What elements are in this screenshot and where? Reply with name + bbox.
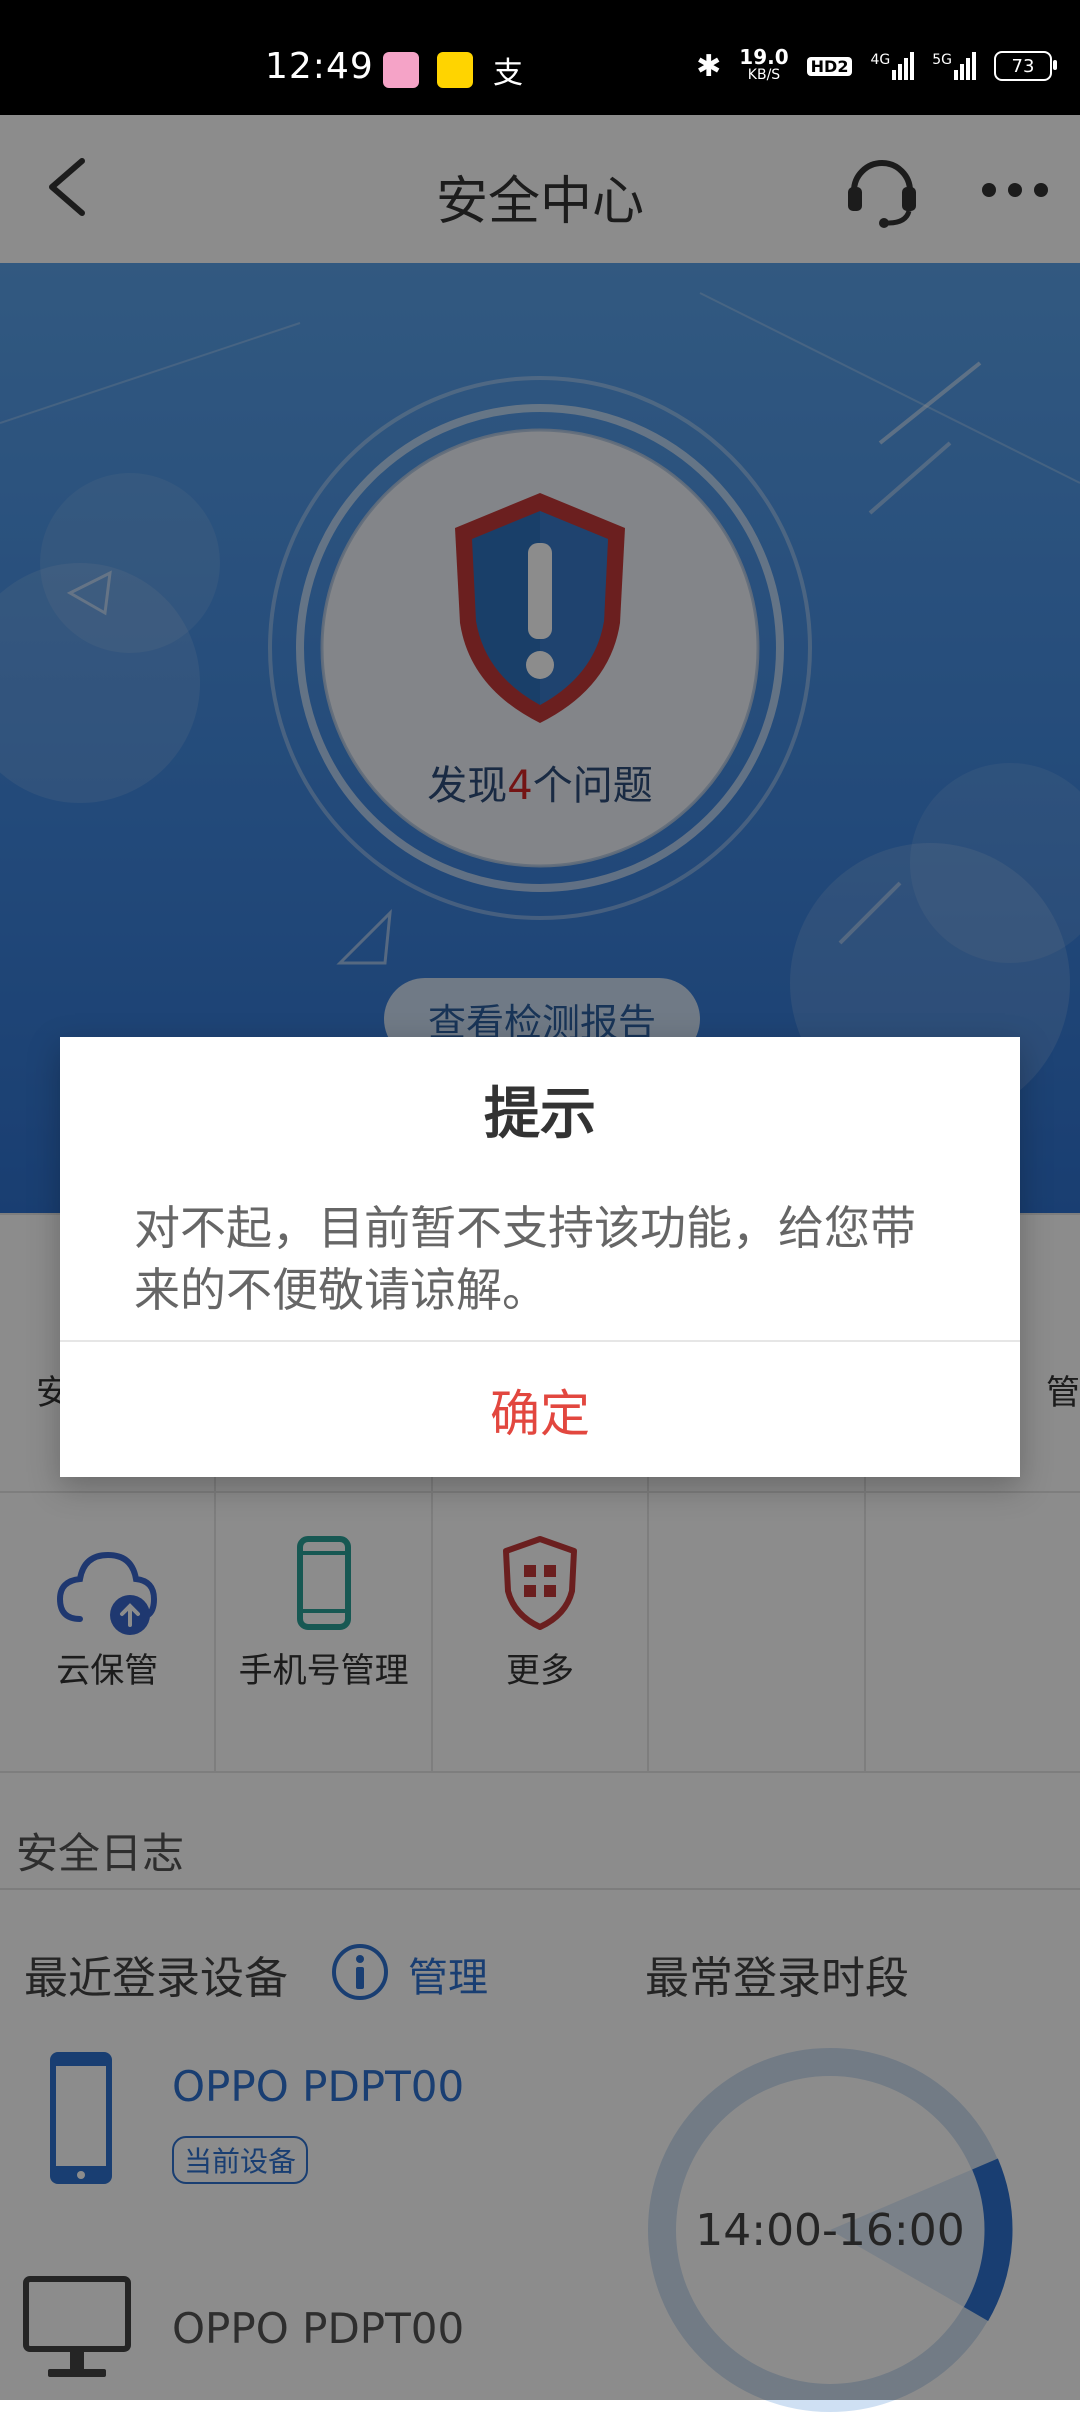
net-speed-unit: KB/S xyxy=(747,67,781,83)
confirm-button[interactable]: 确定 xyxy=(60,1342,1020,1477)
dialog-title: 提示 xyxy=(484,1082,596,1147)
bluetooth-icon: ✱ xyxy=(696,48,722,84)
sim2-label: 5G xyxy=(932,52,952,68)
hd-badge: HD2 xyxy=(806,56,853,76)
battery-indicator: 73 xyxy=(994,51,1057,81)
app-notification-icon xyxy=(437,52,473,88)
status-bar: 12:49 ⽀ ✱ 19.0 KB/S HD2 4G 5G 73 xyxy=(0,0,1080,115)
dialog-message: 对不起，目前暂不支持该功能，给您带来的不便敬请谅解。 xyxy=(134,1201,916,1317)
status-time: 12:49 xyxy=(265,46,374,87)
sim1-label: 4G xyxy=(870,52,891,68)
sim2-signal: 5G xyxy=(932,52,976,80)
alipay-icon: ⽀ xyxy=(493,56,523,91)
bilibili-icon xyxy=(383,52,419,88)
net-speed-value: 19.0 xyxy=(739,45,789,69)
status-right: ✱ 19.0 KB/S HD2 4G 5G 73 xyxy=(696,45,1057,86)
net-speed: 19.0 KB/S xyxy=(739,45,789,84)
alert-dialog: 提示 对不起，目前暂不支持该功能，给您带来的不便敬请谅解。 确定 xyxy=(60,1037,1020,1477)
sim1-signal: 4G xyxy=(870,52,915,80)
